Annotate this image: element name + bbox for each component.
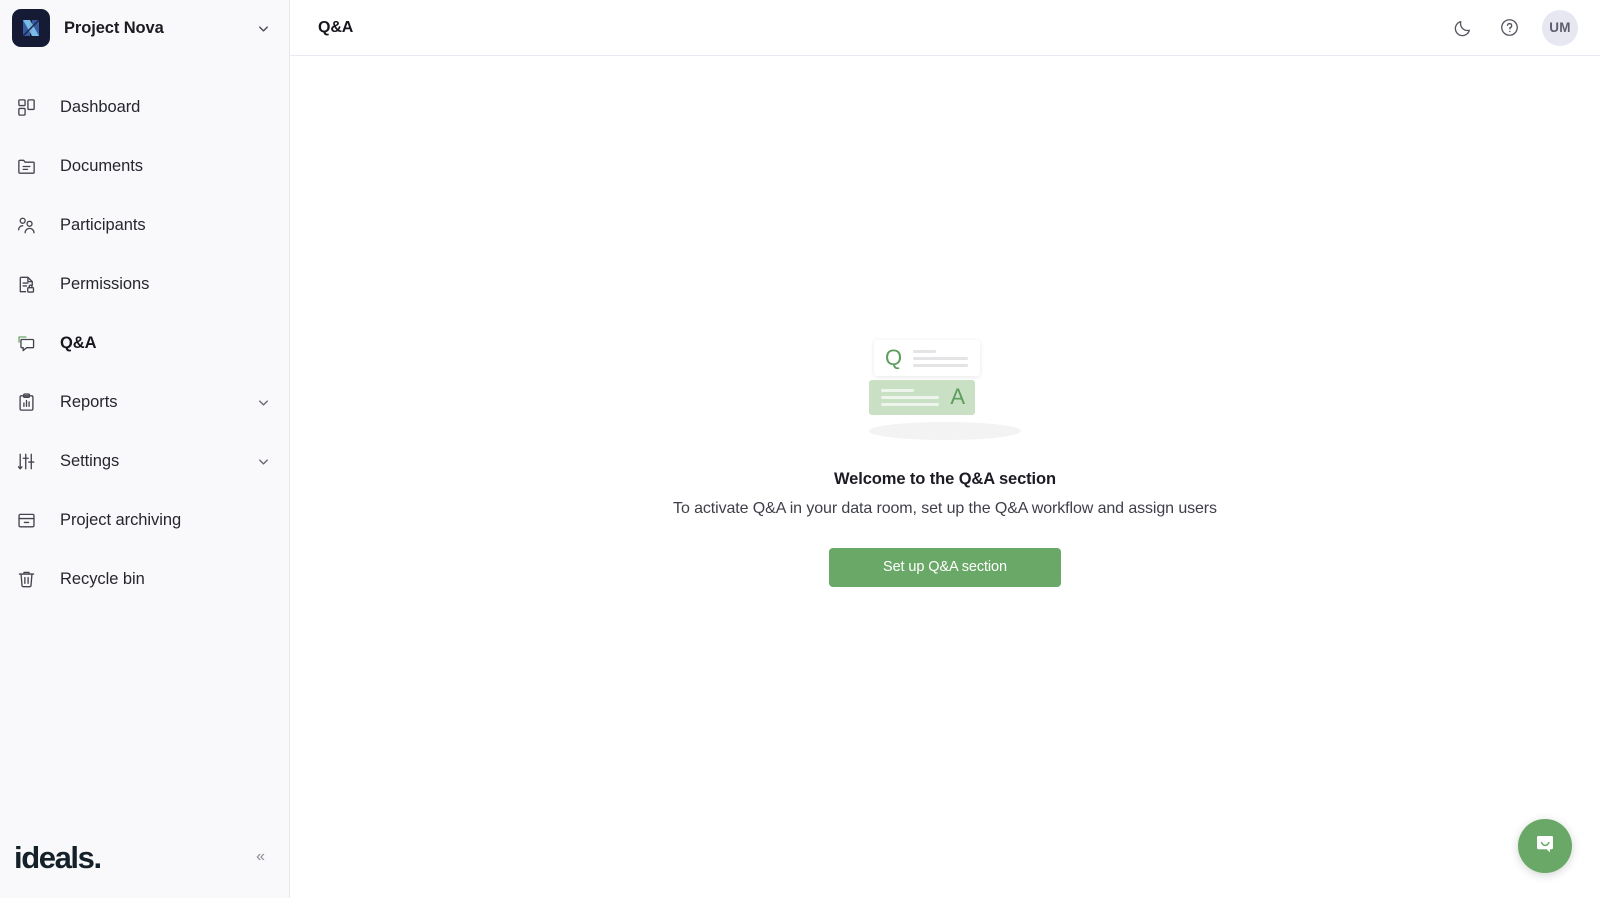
chat-smile-icon — [1531, 830, 1559, 863]
question-letter: Q — [885, 344, 903, 370]
qa-empty-state: Q A Welcome to the Q&A section To activa… — [673, 332, 1217, 587]
sidebar-footer: ideals. « — [0, 816, 289, 898]
archive-box-icon — [14, 509, 38, 533]
sidebar-item-label: Recycle bin — [60, 570, 145, 588]
chat-launcher-button[interactable] — [1518, 819, 1572, 873]
sidebar-item-label: Project archiving — [60, 511, 182, 529]
sidebar-item-label: Reports — [60, 393, 118, 411]
chevron-down-icon[interactable] — [256, 395, 271, 410]
content-area: Q A Welcome to the Q&A section To activa… — [290, 56, 1600, 898]
project-switcher[interactable]: Project Nova — [0, 0, 289, 56]
sidebar-item-label: Participants — [60, 216, 146, 234]
sidebar-item-project-archiving[interactable]: Project archiving — [0, 491, 289, 550]
sidebar-item-reports[interactable]: Reports — [0, 373, 289, 432]
topbar: Q&A UM — [290, 0, 1600, 56]
answer-letter: A — [950, 384, 965, 409]
collapse-sidebar-icon[interactable]: « — [252, 844, 269, 870]
avatar[interactable]: UM — [1542, 9, 1578, 46]
chat-bubbles-icon — [14, 332, 38, 356]
page-title: Q&A — [318, 18, 354, 36]
answer-text-lines — [881, 388, 940, 406]
sidebar-item-label: Documents — [60, 157, 144, 175]
clipboard-chart-icon — [14, 391, 38, 415]
sidebar-item-label: Settings — [60, 452, 120, 470]
topbar-actions: UM — [1450, 9, 1578, 46]
sidebar: Project Nova Dashboard Documents Partici… — [0, 0, 290, 898]
sidebar-item-participants[interactable]: Participants — [0, 196, 289, 255]
app-root: Project Nova Dashboard Documents Partici… — [0, 0, 1600, 898]
question-card: Q — [874, 339, 980, 376]
sidebar-item-recycle-bin[interactable]: Recycle bin — [0, 550, 289, 609]
question-circle-icon[interactable] — [1496, 15, 1522, 41]
empty-state-subtext: To activate Q&A in your data room, set u… — [673, 499, 1217, 517]
sidebar-item-documents[interactable]: Documents — [0, 137, 289, 196]
layout-dashboard-icon — [14, 96, 38, 120]
chevron-down-icon[interactable] — [256, 454, 271, 469]
main-area: Q&A UM Q A Welcome to the Q&A section To… — [290, 0, 1600, 898]
nova-logo-icon — [12, 9, 50, 47]
sidebar-item-label: Permissions — [60, 275, 150, 293]
qa-illustration: Q A — [795, 332, 1095, 440]
empty-state-heading: Welcome to the Q&A section — [833, 469, 1057, 488]
illustration-shadow — [869, 421, 1021, 440]
moon-icon[interactable] — [1450, 15, 1476, 41]
sliders-icon — [14, 450, 38, 474]
trash-icon — [14, 568, 38, 592]
sidebar-item-dashboard[interactable]: Dashboard — [0, 78, 289, 137]
chevron-down-icon[interactable] — [256, 21, 271, 36]
setup-qa-section-button[interactable]: Set up Q&A section — [829, 547, 1061, 587]
folder-document-icon — [14, 155, 38, 179]
sidebar-item-label: Dashboard — [60, 98, 141, 116]
sidebar-item-qa[interactable]: Q&A — [0, 314, 289, 373]
sidebar-item-settings[interactable]: Settings — [0, 432, 289, 491]
answer-card: A — [869, 379, 975, 415]
file-lock-icon — [14, 273, 38, 297]
project-name: Project Nova — [64, 18, 164, 37]
sidebar-item-permissions[interactable]: Permissions — [0, 255, 289, 314]
ideals-logo: ideals. — [14, 839, 102, 875]
sidebar-nav: Dashboard Documents Participants Permiss… — [0, 78, 289, 609]
question-text-lines — [913, 349, 968, 367]
users-icon — [14, 214, 38, 238]
sidebar-item-label: Q&A — [60, 334, 97, 352]
